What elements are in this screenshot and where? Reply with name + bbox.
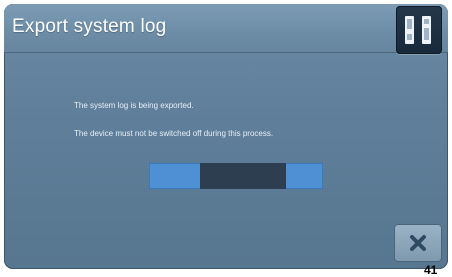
screen: Export system log The system log is bein…	[0, 0, 452, 277]
close-icon	[410, 235, 426, 251]
dialog-title: Export system log	[12, 16, 167, 37]
warning-message: The device must not be switched off duri…	[74, 129, 274, 138]
progress-indicator	[200, 163, 286, 189]
progress-bar	[149, 163, 323, 189]
device-status-button[interactable]	[396, 6, 442, 54]
device-status-icon	[405, 16, 431, 44]
close-button[interactable]	[394, 224, 442, 262]
export-log-dialog: Export system log The system log is bein…	[4, 4, 448, 269]
status-message: The system log is being exported.	[74, 101, 194, 110]
title-bar: Export system log	[4, 4, 448, 53]
